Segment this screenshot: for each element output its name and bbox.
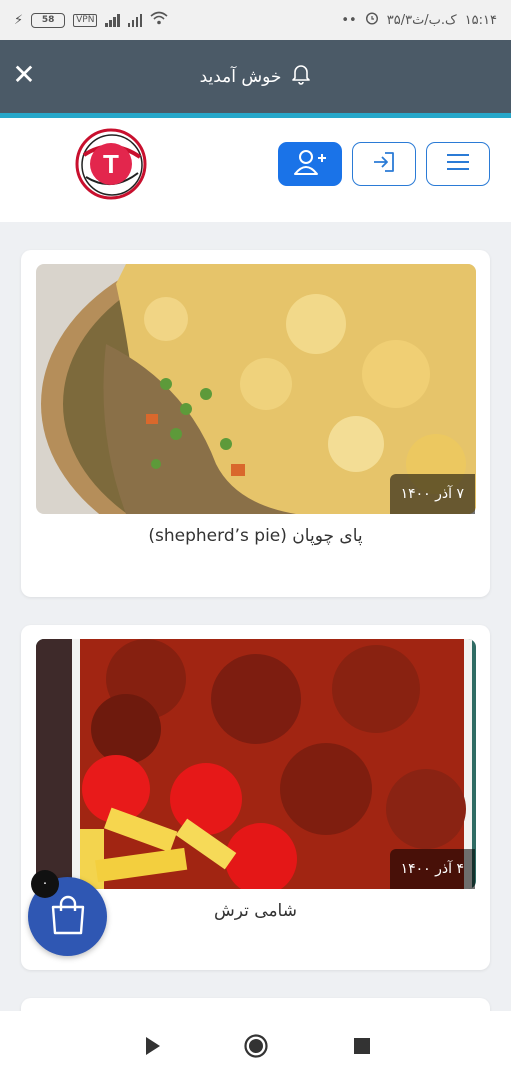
cart-count-badge: ۰: [31, 870, 59, 898]
alarm-icon: [365, 11, 379, 29]
status-date: ۳۵/۳ک.ب/ث: [386, 12, 457, 28]
recipe-date: ۴ آذر ۱۴۰۰: [389, 849, 475, 889]
login-button[interactable]: [352, 142, 416, 186]
logo-letter: T: [103, 149, 119, 179]
recipe-date: ۷ آذر ۱۴۰۰: [389, 474, 475, 514]
charging-icon: ⚡: [14, 12, 24, 28]
square-icon: [354, 1038, 370, 1054]
bell-icon[interactable]: [291, 63, 311, 90]
add-user-icon: [293, 148, 327, 180]
hamburger-icon: [446, 152, 470, 176]
status-time: ۱۵:۱۴: [464, 12, 497, 28]
circle-icon: [244, 1034, 268, 1058]
shopping-bag-icon: [48, 894, 88, 940]
signal-icon: [105, 13, 120, 27]
play-icon: [146, 1037, 160, 1055]
notification-dots: ••: [341, 12, 357, 28]
header-title: خوش آمدید: [199, 66, 282, 87]
header-title-wrap: خوش آمدید: [200, 63, 312, 90]
login-icon: [372, 151, 396, 177]
app-header: ✕ خوش آمدید: [0, 40, 511, 113]
close-button[interactable]: ✕: [10, 58, 38, 92]
toolbar: T: [0, 118, 511, 222]
status-left: ⚡ 58 VPN: [14, 11, 168, 29]
wifi-icon: [150, 11, 168, 29]
status-right: •• ۳۵/۳ک.ب/ث ۱۵:۱۴: [341, 11, 497, 29]
battery-icon: 58: [31, 12, 66, 28]
status-bar: ⚡ 58 VPN •• ۳۵/۳ک.ب/ث ۱۵:۱۴: [0, 0, 511, 40]
back-button[interactable]: [140, 1033, 166, 1059]
system-nav-bar: [0, 1011, 511, 1080]
recipe-title[interactable]: پای چوپان (shepherd’s pie): [21, 526, 490, 546]
register-button[interactable]: [278, 142, 342, 186]
recipe-card[interactable]: ۷ آذر ۱۴۰۰ پای چوپان (shepherd’s pie): [21, 250, 490, 597]
recents-button[interactable]: [349, 1033, 375, 1059]
signal-2-icon: [127, 13, 143, 27]
vpn-icon: VPN: [73, 13, 98, 27]
site-logo[interactable]: T: [72, 127, 150, 201]
menu-button[interactable]: [426, 142, 490, 186]
home-button[interactable]: [243, 1033, 269, 1059]
